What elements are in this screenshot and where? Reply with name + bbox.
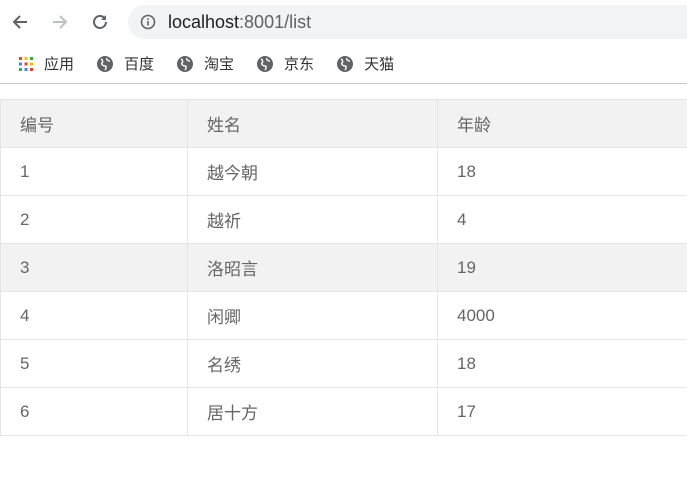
cell-id: 2 <box>0 195 188 244</box>
cell-name: 越祈 <box>187 195 438 244</box>
info-icon[interactable] <box>140 14 156 30</box>
apps-grid-icon <box>18 56 34 72</box>
page-content: 编号 姓名 年龄 1 越今朝 18 2 越祈 4 3 洛昭言 19 4 闲卿 4… <box>0 84 687 436</box>
bookmark-label: 京东 <box>284 56 315 73</box>
back-button[interactable] <box>0 0 40 44</box>
bookmark-apps[interactable]: 应用 <box>18 53 74 74</box>
table-header-row: 编号 姓名 年龄 <box>0 99 687 148</box>
cell-id: 5 <box>0 339 188 388</box>
table-row: 4 闲卿 4000 <box>0 291 687 340</box>
cell-id: 3 <box>0 243 188 292</box>
cell-age: 18 <box>437 339 687 388</box>
arrow-left-icon <box>12 15 27 29</box>
url-host: localhost <box>168 11 240 32</box>
table-row: 2 越祈 4 <box>0 195 687 244</box>
column-header-id: 编号 <box>0 99 188 148</box>
cell-age: 17 <box>437 387 687 436</box>
cell-age: 4 <box>437 195 687 244</box>
globe-icon <box>96 55 114 73</box>
cell-name: 闲卿 <box>187 291 438 340</box>
bookmarks-bar: 应用 百度 淘宝 京东 天猫 <box>0 44 687 84</box>
cell-id: 6 <box>0 387 188 436</box>
cell-name: 居十方 <box>187 387 438 436</box>
arrow-right-icon <box>53 15 68 29</box>
globe-icon <box>336 55 354 73</box>
column-header-age: 年龄 <box>437 99 687 148</box>
cell-name: 越今朝 <box>187 147 438 196</box>
table-row: 1 越今朝 18 <box>0 147 687 196</box>
column-header-name: 姓名 <box>187 99 438 148</box>
address-bar[interactable]: localhost:8001/list <box>128 5 687 39</box>
bookmark-label: 淘宝 <box>204 56 235 73</box>
bookmark-label: 天猫 <box>364 56 395 73</box>
bookmark-jd[interactable]: 京东 <box>256 53 314 74</box>
bookmark-tmall[interactable]: 天猫 <box>336 53 394 74</box>
cell-name: 名绣 <box>187 339 438 388</box>
bookmark-label: 百度 <box>124 56 155 73</box>
cell-age: 19 <box>437 243 687 292</box>
reload-icon <box>93 15 107 29</box>
browser-toolbar: localhost:8001/list <box>0 0 687 44</box>
globe-icon <box>176 55 194 73</box>
table-row: 6 居十方 17 <box>0 387 687 436</box>
cell-age: 18 <box>437 147 687 196</box>
bookmark-taobao[interactable]: 淘宝 <box>176 53 234 74</box>
globe-icon <box>256 55 274 73</box>
table-row: 5 名绣 18 <box>0 339 687 388</box>
data-table: 编号 姓名 年龄 1 越今朝 18 2 越祈 4 3 洛昭言 19 4 闲卿 4… <box>0 99 687 436</box>
cell-age: 4000 <box>437 291 687 340</box>
url-path: :8001/list <box>239 11 312 32</box>
bookmark-baidu[interactable]: 百度 <box>96 53 154 74</box>
cell-name: 洛昭言 <box>187 243 438 292</box>
cell-id: 4 <box>0 291 188 340</box>
forward-button[interactable] <box>40 0 80 44</box>
cell-id: 1 <box>0 147 188 196</box>
bookmark-label: 应用 <box>44 56 75 73</box>
table-row-highlighted: 3 洛昭言 19 <box>0 243 687 292</box>
reload-button[interactable] <box>80 0 120 44</box>
